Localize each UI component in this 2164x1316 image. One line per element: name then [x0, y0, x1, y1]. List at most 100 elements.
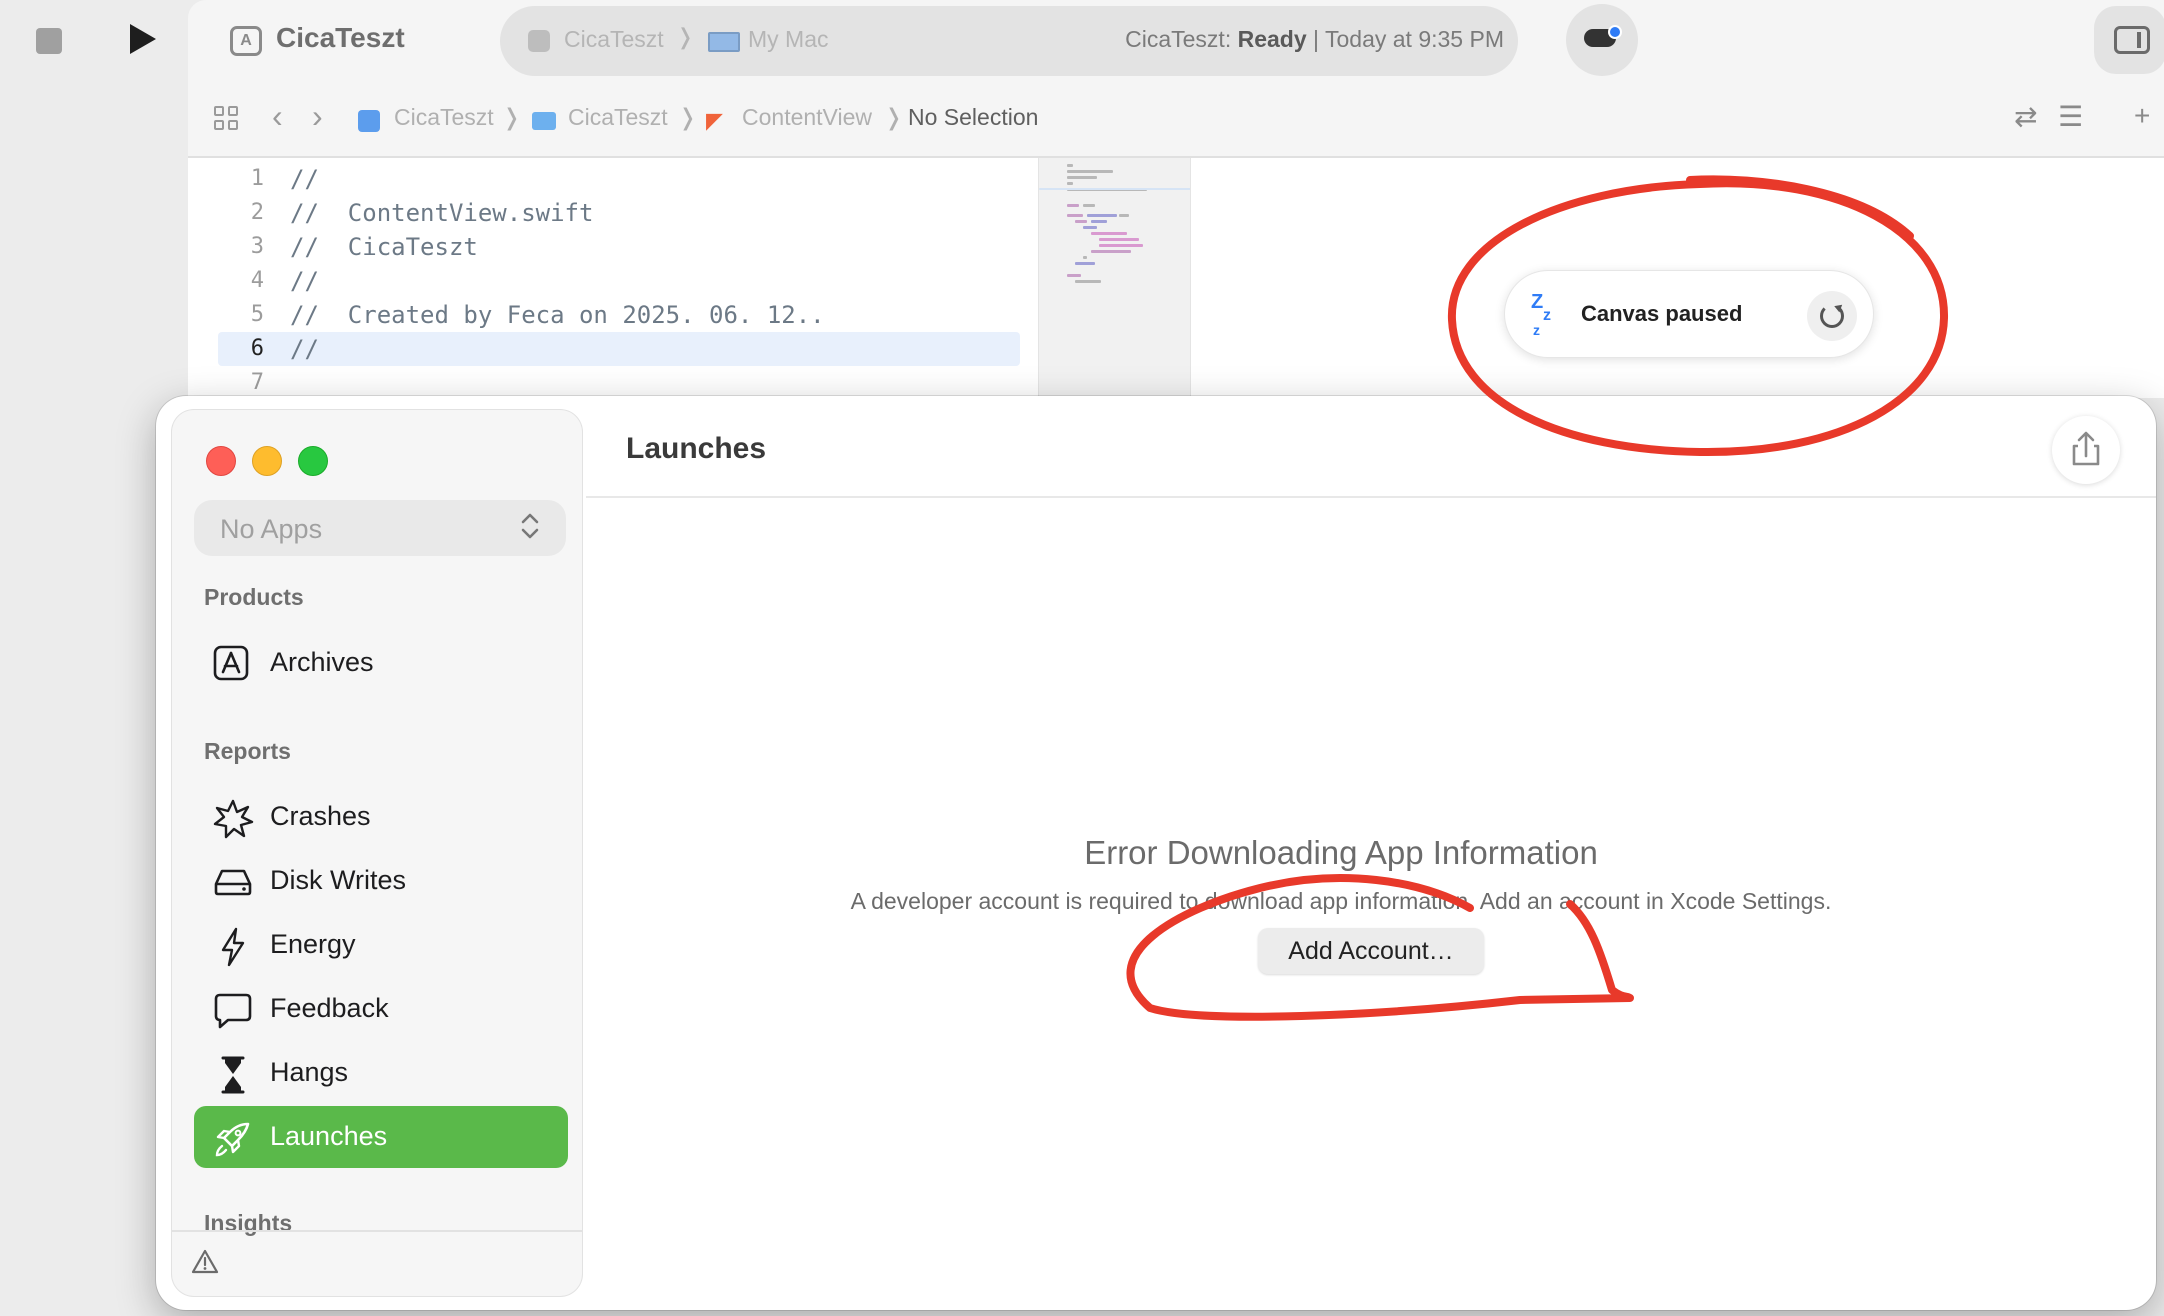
organizer-sidebar: No Apps Products Archives Reports Crashe… — [172, 410, 582, 1296]
chevron-right-icon: ❭ — [884, 104, 904, 130]
archive-app-icon — [212, 644, 252, 682]
line-text: // Created by Feca on 2025. 06. 12.. — [290, 301, 825, 329]
project-icon — [358, 110, 380, 132]
share-button[interactable] — [2052, 416, 2120, 484]
folder-icon — [532, 112, 556, 130]
code-line: 5 // Created by Feca on 2025. 06. 12.. — [188, 298, 1038, 332]
updown-chevron-icon — [518, 508, 542, 547]
code-line: 1 // — [188, 162, 1038, 196]
section-insights: Insights — [204, 1210, 293, 1236]
line-number: 7 — [250, 370, 264, 395]
line-number: 3 — [250, 234, 264, 259]
sidebar-item-label: Crashes — [270, 801, 371, 831]
sidebar-item-crashes[interactable]: Crashes — [194, 786, 568, 848]
code-line: 3 // CicaTeszt — [188, 230, 1038, 264]
jump-file[interactable]: ContentView — [742, 104, 872, 131]
sidebar-item-feedback[interactable]: Feedback — [194, 978, 568, 1040]
stop-icon[interactable] — [36, 28, 62, 54]
jump-bar: ‹ › CicaTeszt ❭ CicaTeszt ❭ ◤ ContentVie… — [188, 98, 2164, 142]
canvas-paused-pill[interactable]: Zzz Canvas paused — [1504, 270, 1874, 358]
content-header-divider — [586, 496, 2156, 498]
mac-icon — [708, 32, 740, 52]
line-number: 2 — [250, 200, 264, 225]
rocket-icon — [212, 1118, 252, 1157]
sidebar-item-label: Energy — [270, 929, 356, 959]
code-editor[interactable]: 1 // 2 // ContentView.swift 3 // CicaTes… — [188, 158, 1038, 398]
sidebar-item-launches[interactable]: Launches — [194, 1106, 568, 1168]
bolt-icon — [212, 926, 252, 967]
close-window-button[interactable] — [206, 446, 236, 476]
line-text: // CicaTeszt — [290, 233, 478, 261]
sidebar-item-energy[interactable]: Energy — [194, 914, 568, 976]
editor-options-icon[interactable]: ☰ — [2058, 100, 2083, 133]
forward-chevron-icon[interactable]: › — [312, 98, 323, 135]
disk-drive-icon — [212, 862, 252, 900]
code-line: 4 // — [188, 264, 1038, 298]
line-number: 1 — [250, 166, 264, 191]
project-title: CicaTeszt — [276, 22, 405, 53]
sidebar-item-label: Disk Writes — [270, 865, 407, 895]
sidebar-item-label: Hangs — [270, 1057, 349, 1087]
line-text: // — [290, 165, 319, 193]
chevron-right-icon: ❭ — [678, 104, 698, 130]
resume-canvas-button[interactable] — [1807, 291, 1857, 341]
chevron-right-icon: ❭ — [502, 104, 522, 130]
error-title: Error Downloading App Information — [1084, 834, 1598, 871]
jump-project[interactable]: CicaTeszt — [394, 104, 494, 131]
scheme-app-name[interactable]: CicaTeszt — [564, 26, 664, 53]
add-editor-icon[interactable]: + — [2134, 100, 2150, 132]
cloud-button[interactable] — [1566, 4, 1638, 76]
section-reports: Reports — [204, 738, 291, 764]
sidebar-item-archives[interactable]: Archives — [194, 632, 568, 694]
swift-file-icon: ◤ — [706, 108, 723, 133]
line-number: 6 — [250, 336, 264, 361]
minimize-window-button[interactable] — [252, 446, 282, 476]
run-icon[interactable] — [130, 24, 156, 54]
line-number: 4 — [250, 268, 264, 293]
sidebar-right-icon — [2114, 26, 2150, 54]
current-line-highlight — [218, 332, 1020, 366]
error-message: A developer account is required to downl… — [850, 888, 1832, 914]
code-line: 2 // ContentView.swift — [188, 196, 1038, 230]
cloud-badge-dot — [1608, 25, 1622, 39]
status-state: Ready — [1237, 26, 1307, 52]
code-line-current: 6 // — [188, 332, 1038, 366]
line-text: // — [290, 267, 319, 295]
code-line: 7 — [188, 366, 1038, 400]
app-selector-value: No Apps — [220, 514, 323, 544]
related-items-icon[interactable] — [214, 106, 240, 132]
sidebar-item-label: Launches — [270, 1121, 388, 1151]
back-chevron-icon[interactable]: ‹ — [272, 98, 283, 135]
minimap[interactable] — [1038, 158, 1191, 398]
sleep-zz-icon: Zzz — [1531, 291, 1551, 338]
hourglass-icon — [212, 1054, 252, 1094]
sidebar-item-hangs[interactable]: Hangs — [194, 1042, 568, 1104]
swap-arrows-icon[interactable]: ⇄ — [2014, 100, 2037, 133]
jump-folder[interactable]: CicaTeszt — [568, 104, 668, 131]
jump-selection[interactable]: No Selection — [908, 104, 1038, 131]
canvas-paused-label: Canvas paused — [1581, 301, 1743, 326]
warning-icon[interactable] — [190, 1248, 220, 1281]
page-title: Launches — [626, 432, 767, 465]
line-text: // — [290, 335, 319, 363]
run-destination[interactable]: My Mac — [748, 26, 829, 53]
zoom-window-button[interactable] — [298, 446, 328, 476]
crash-burst-icon — [212, 798, 254, 839]
add-account-button[interactable]: Add Account… — [1258, 928, 1484, 974]
section-products: Products — [204, 584, 304, 610]
status-time: | Today at 9:35 PM — [1313, 26, 1504, 52]
app-selector[interactable]: No Apps — [194, 500, 566, 556]
build-status: CicaTeszt: Ready | Today at 9:35 PM — [1125, 26, 1504, 53]
line-text: // ContentView.swift — [290, 199, 594, 227]
share-icon — [2072, 431, 2100, 466]
scheme-status-bar[interactable]: CicaTeszt ❭ My Mac CicaTeszt: Ready | To… — [500, 6, 1518, 76]
sidebar-item-label: Archives — [270, 647, 374, 677]
sidebar-item-label: Feedback — [270, 993, 389, 1023]
speech-bubble-icon — [212, 990, 252, 1029]
project-icon: A — [230, 26, 262, 56]
sidebar-item-disk-writes[interactable]: Disk Writes — [194, 850, 568, 912]
line-number: 5 — [250, 302, 264, 327]
inspector-toggle-button[interactable] — [2094, 6, 2164, 74]
sidebar-footer-divider — [172, 1230, 582, 1232]
refresh-icon — [1820, 304, 1844, 328]
